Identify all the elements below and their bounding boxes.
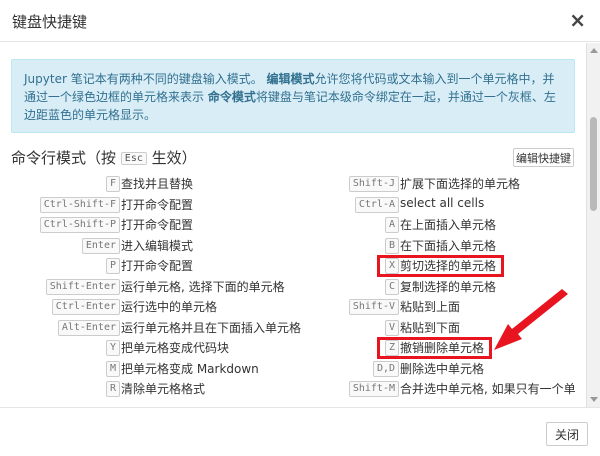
shortcut-desc: 粘贴到下面 <box>400 320 461 335</box>
scroll-thumb[interactable] <box>590 117 597 211</box>
shortcut-desc: 进入编辑模式 <box>121 238 194 253</box>
shortcut-desc: 粘贴到上面 <box>400 300 461 314</box>
shortcut-row: Ctrl-A select all cells <box>300 194 590 215</box>
shortcut-row: R 清除单元格格式 <box>0 378 300 399</box>
shortcut-key: Ctrl-Enter <box>51 299 120 315</box>
shortcut-desc: 复制选择的单元格 <box>400 279 497 294</box>
shortcut-row: A 在上面插入单元格 <box>300 214 590 235</box>
shortcut-row: M 把单元格变成 Markdown <box>0 358 300 379</box>
shortcut-key: Ctrl-Shift-F <box>39 196 120 213</box>
shortcut-key: B <box>384 237 399 254</box>
info-command-mode: 命令模式 <box>207 90 256 104</box>
shortcut-desc: 把单元格变成 Markdown <box>121 361 259 376</box>
dialog-scrollbar[interactable] <box>586 43 600 407</box>
shortcut-row: Y 把单元格变成代码块 <box>0 337 300 358</box>
shortcut-key: R <box>105 381 120 397</box>
dialog-body: Jupyter 笔记本有两种不同的键盘输入模式。 编辑模式允许您将代码或文本输入… <box>0 43 600 407</box>
dialog-footer: 关闭 <box>0 407 600 456</box>
shortcut-desc: 运行单元格, 选择下面的单元格 <box>121 279 285 294</box>
section-title: 命令行模式（按 Esc 生效） <box>11 147 197 168</box>
shortcut-key: Shift-V <box>348 299 399 315</box>
shortcut-desc: 合并选中单元格, 如果只有一个单 <box>400 382 576 396</box>
shortcut-row: Ctrl-Enter 运行选中的单元格 <box>0 296 300 317</box>
shortcut-key: Shift-Enter <box>45 278 120 295</box>
shortcut-row: Enter 进入编辑模式 <box>0 235 300 256</box>
close-icon[interactable]: × <box>569 8 586 32</box>
shortcut-key: M <box>105 360 120 377</box>
shortcut-desc: 在下面插入单元格 <box>400 238 497 253</box>
dialog-title: 键盘快捷键 <box>12 13 88 31</box>
shortcut-row: Shift-Enter 运行单元格, 选择下面的单元格 <box>0 276 300 297</box>
shortcut-row: F 查找并且替换 <box>0 173 300 194</box>
dialog-header: 键盘快捷键 × <box>0 0 600 42</box>
info-alert: Jupyter 笔记本有两种不同的键盘输入模式。 编辑模式允许您将代码或文本输入… <box>11 59 575 133</box>
shortcut-row: Shift-J 扩展下面选择的单元格 <box>300 173 590 194</box>
shortcut-row: Alt-Enter 运行单元格并且在下面插入单元格 <box>0 317 302 338</box>
shortcut-key: C <box>384 278 399 295</box>
annotation-arrow-icon <box>494 289 568 350</box>
shortcut-desc: 打开命令配置 <box>121 218 194 232</box>
annotation-box-undo <box>377 337 492 359</box>
shortcut-row: Ctrl-Shift-F 打开命令配置 <box>0 194 300 215</box>
shortcut-desc: 查找并且替换 <box>121 177 194 191</box>
shortcut-desc: 在上面插入单元格 <box>400 218 497 232</box>
shortcut-row: Shift-M 合并选中单元格, 如果只有一个单 <box>300 378 590 399</box>
shortcut-desc: 清除单元格格式 <box>121 382 206 396</box>
shortcut-desc: select all cells <box>400 195 485 210</box>
section-title-suffix: 生效） <box>151 149 197 167</box>
shortcut-key: A <box>384 217 399 233</box>
section-title-prefix: 命令行模式（按 <box>11 149 117 167</box>
shortcut-key: F <box>105 176 120 192</box>
edit-shortcuts-button[interactable]: 编辑快捷键 <box>513 148 574 167</box>
shortcut-desc: 打开命令配置 <box>121 259 194 273</box>
shortcuts-right-column: Shift-J 扩展下面选择的单元格 Ctrl-A select all cells… <box>300 173 590 399</box>
shortcut-key: Y <box>105 340 120 356</box>
annotation-box-cut <box>377 255 504 277</box>
shortcut-desc: 运行选中的单元格 <box>121 300 218 314</box>
shortcut-row: D,D 删除选中单元格 <box>300 358 590 379</box>
shortcut-desc: 运行单元格并且在下面插入单元格 <box>121 320 302 335</box>
shortcut-key: Ctrl-A <box>354 196 399 213</box>
shortcut-row: P 打开命令配置 <box>0 255 300 276</box>
shortcut-desc: 打开命令配置 <box>121 197 194 212</box>
close-button[interactable]: 关闭 <box>546 422 588 446</box>
scroll-up-icon[interactable] <box>590 48 598 53</box>
shortcut-desc: 把单元格变成代码块 <box>121 341 230 355</box>
shortcut-key: Ctrl-Shift-P <box>39 217 120 233</box>
shortcuts-left-column: F 查找并且替换 Ctrl-Shift-F 打开命令配置 Ctrl-Shift-P 打… <box>0 173 302 399</box>
shortcut-desc: 扩展下面选择的单元格 <box>400 177 521 191</box>
shortcut-key: Shift-M <box>348 381 399 397</box>
info-text: Jupyter 笔记本有两种不同的键盘输入模式。 <box>24 72 263 86</box>
info-edit-mode: 编辑模式 <box>266 72 315 86</box>
shortcut-row: B 在下面插入单元格 <box>300 235 590 256</box>
shortcut-key: Shift-J <box>348 176 399 192</box>
shortcut-key: V <box>384 319 399 336</box>
shortcut-row: Ctrl-Shift-P 打开命令配置 <box>0 214 300 235</box>
shortcut-key: D,D <box>372 360 399 377</box>
shortcut-key: Alt-Enter <box>57 319 120 336</box>
shortcut-key: Enter <box>81 237 120 254</box>
shortcut-desc: 删除选中单元格 <box>400 361 485 376</box>
esc-key: Esc <box>120 152 147 165</box>
shortcut-key: P <box>105 258 120 274</box>
scroll-down-icon[interactable] <box>590 397 598 402</box>
